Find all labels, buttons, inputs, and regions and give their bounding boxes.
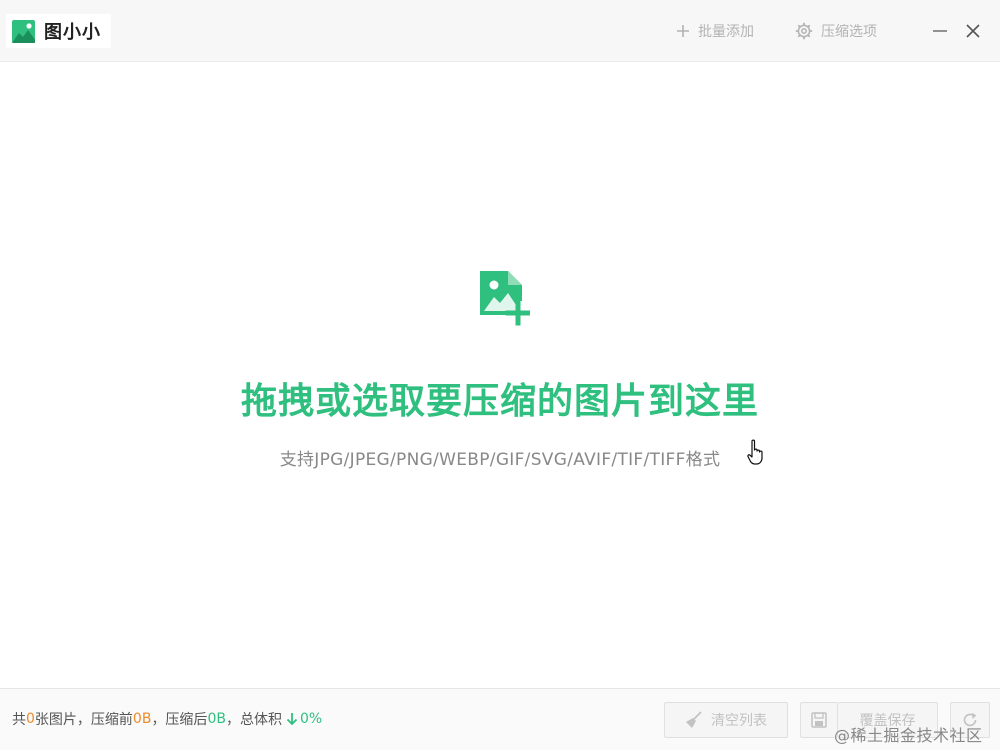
batch-add-label: 批量添加 (698, 24, 754, 40)
save-icon (811, 712, 827, 728)
size-before: 0B (132, 711, 152, 727)
app-logo: 图小小 (6, 14, 111, 48)
gear-icon (795, 22, 813, 40)
supported-formats-text: 支持JPG/JPEG/PNG/WEBP/GIF/SVG/AVIF/TIF/TIF… (279, 450, 721, 470)
stats-after-label: ，压缩后 (151, 712, 208, 728)
drop-zone-title: 拖拽或选取要压缩的图片到这里 (240, 381, 759, 422)
clear-list-button[interactable]: 清空列表 (664, 702, 788, 738)
image-count: 0 (26, 711, 35, 727)
image-add-icon (480, 271, 530, 326)
title-bar: 图小小 批量添加 压缩选项 (0, 0, 1000, 62)
compression-stats: 共 0 张图片，压缩前 0B ，压缩后 0B ，总体积 0% (12, 709, 322, 729)
clear-list-label: 清空列表 (711, 713, 767, 729)
close-icon (966, 24, 980, 38)
plus-icon (677, 25, 689, 37)
image-logo-icon (12, 19, 35, 43)
compress-options-button[interactable]: 压缩选项 (795, 18, 877, 44)
minimize-button[interactable] (929, 20, 951, 42)
save-button[interactable] (800, 702, 838, 738)
stats-prefix: 共 (12, 712, 26, 728)
watermark-text: @稀土掘金技术社区 (834, 726, 983, 745)
app-title: 图小小 (44, 22, 101, 43)
batch-add-button[interactable]: 批量添加 (676, 18, 754, 44)
size-after: 0B (207, 711, 226, 727)
minimize-icon (933, 30, 947, 32)
broom-icon (686, 711, 702, 728)
stats-count-suffix: 张图片，压缩前 (34, 712, 133, 728)
compression-ratio: 0% (299, 711, 323, 727)
compress-options-label: 压缩选项 (821, 24, 877, 40)
close-button[interactable] (962, 20, 984, 42)
stats-total-label: ，总体积 (225, 712, 282, 728)
hand-cursor-icon (747, 439, 763, 465)
arrow-down-icon (286, 713, 298, 726)
